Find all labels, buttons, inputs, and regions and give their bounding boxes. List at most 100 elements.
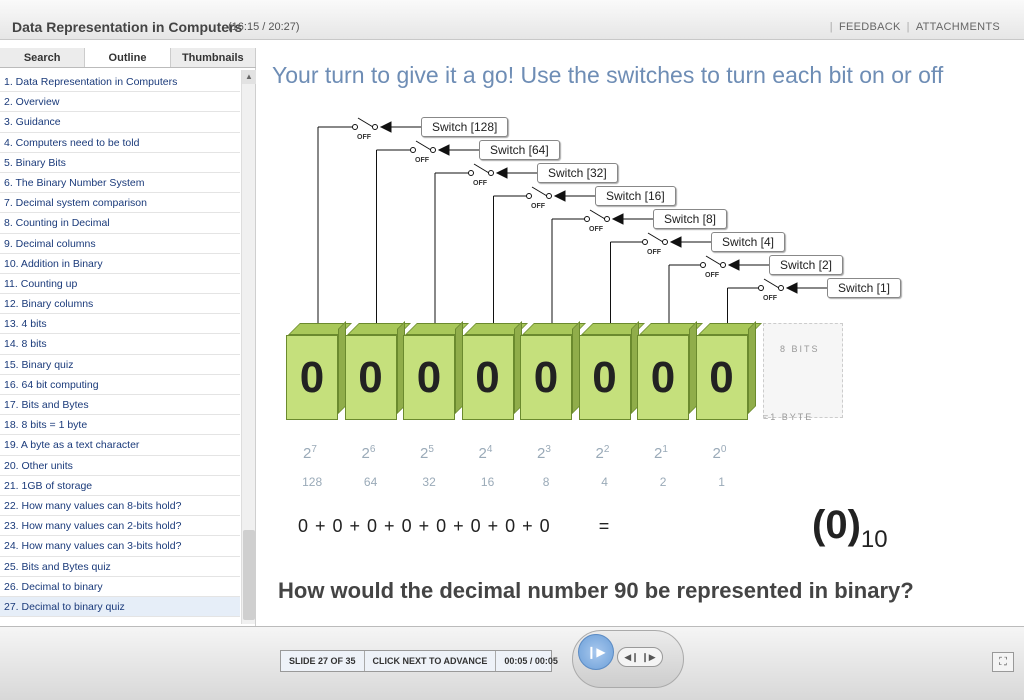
power-exponent: 2 <box>603 444 610 455</box>
place-value: 64 <box>363 475 378 489</box>
outline-item[interactable]: 3. Guidance <box>0 112 240 133</box>
outline-item[interactable]: 1. Data Representation in Computers <box>0 72 240 93</box>
power-exponent: 1 <box>662 444 668 455</box>
sum-equation: 0 + 0 + 0 + 0 + 0 + 0 + 0 + 0 = <box>298 516 610 537</box>
outline-item[interactable]: 13. 4 bits <box>0 314 240 335</box>
outline-item[interactable]: 19. A byte as a text character <box>0 435 240 456</box>
outline-item[interactable]: 21. 1GB of storage <box>0 476 240 496</box>
tab-outline[interactable]: Outline <box>85 48 171 67</box>
slide-content: Your turn to give it a go! Use the switc… <box>258 40 1024 626</box>
advance-hint: CLICK NEXT TO ADVANCE <box>365 651 497 671</box>
outline-item[interactable]: 16. 64 bit computing <box>0 375 240 395</box>
bit-cube: 0 <box>695 321 762 420</box>
question-text: How would the decimal number 90 be repre… <box>278 578 914 603</box>
outline-item[interactable]: 14. 8 bits <box>0 334 240 355</box>
bit-value: 0 <box>344 335 397 420</box>
outline-item[interactable]: 10. Addition in Binary <box>0 254 240 274</box>
bit-value: 0 <box>286 335 338 420</box>
bit-cube: 0 <box>461 321 528 420</box>
power-exponent: 5 <box>428 444 434 455</box>
power-of-two: 24 <box>479 444 493 462</box>
bit-cube: 0 <box>344 321 411 420</box>
switch-button[interactable]: Switch [128] <box>421 117 509 137</box>
outline-item[interactable]: 12. Binary columns <box>0 294 240 315</box>
outline-item[interactable]: 7. Decimal system comparison <box>0 193 240 214</box>
byte-note: =1 BYTE <box>763 412 814 422</box>
bit-cube: 0 <box>403 321 469 420</box>
switch-button[interactable]: Switch [2] <box>769 255 844 275</box>
outline-item[interactable]: 17. Bits and Bytes <box>0 395 240 416</box>
outline-scrollbar[interactable]: ▲ <box>241 70 256 624</box>
switch-button[interactable]: Switch [32] <box>537 163 618 183</box>
place-value: 32 <box>422 475 436 489</box>
course-time: (16:15 / 20:27) <box>228 21 300 33</box>
tab-thumbnails[interactable]: Thumbnails <box>171 48 256 67</box>
tab-search[interactable]: Search <box>0 48 86 67</box>
power-exponent: 7 <box>311 444 317 455</box>
place-value: 4 <box>601 475 608 489</box>
switch-button[interactable]: Switch [1] <box>827 278 902 298</box>
decimal-result: (0)10 <box>812 503 888 554</box>
outline-item[interactable]: 24. How many values can 3-bits hold? <box>0 536 240 557</box>
outline-item[interactable]: 22. How many values can 8-bits hold? <box>0 496 240 517</box>
switch-button[interactable]: Switch [8] <box>653 209 728 229</box>
power-base: 2 <box>361 445 370 462</box>
power-exponent: 6 <box>369 444 376 455</box>
outline-item[interactable]: 20. Other units <box>0 456 240 476</box>
play-pause-icon[interactable]: ❙▶ <box>578 634 614 670</box>
fullscreen-icon[interactable]: ⛶ <box>992 652 1014 672</box>
byte-ghost-box <box>763 323 843 418</box>
outline-item[interactable]: 11. Counting up <box>0 274 240 295</box>
attachments-link[interactable]: ATTACHMENTS <box>910 21 1006 33</box>
outline-item[interactable]: 8. Counting in Decimal <box>0 213 240 234</box>
feedback-link[interactable]: FEEDBACK <box>833 21 907 33</box>
outline-item[interactable]: 25. Bits and Bytes quiz <box>0 557 240 577</box>
sidebar: Search Outline Thumbnails 1. Data Repres… <box>0 48 256 626</box>
switch-state-label: OFF <box>647 249 661 256</box>
outline-item[interactable]: 27. Decimal to binary quiz <box>0 596 240 618</box>
place-value: 16 <box>480 475 495 489</box>
power-of-two: 22 <box>596 444 610 462</box>
slide-status: SLIDE 27 OF 35 CLICK NEXT TO ADVANCE 00:… <box>280 650 558 672</box>
switch-state-label: OFF <box>763 295 777 302</box>
sidebar-tabs: Search Outline Thumbnails <box>0 48 256 68</box>
place-value: 1 <box>718 475 725 489</box>
slide-counter: SLIDE 27 OF 35 <box>281 651 365 671</box>
outline-item[interactable]: 6. The Binary Number System <box>0 173 240 194</box>
scroll-up-icon[interactable]: ▲ <box>242 70 256 84</box>
switch-state-label: OFF <box>705 272 719 279</box>
switch-button[interactable]: Switch [16] <box>595 186 676 206</box>
outline-item[interactable]: 26. Decimal to binary <box>0 577 240 597</box>
bit-value: 0 <box>578 335 631 420</box>
switch-state-label: OFF <box>531 203 545 210</box>
outline-item[interactable]: 15. Binary quiz <box>0 355 240 375</box>
switch-state-label: OFF <box>589 226 603 233</box>
switch-state-label: OFF <box>473 180 487 187</box>
place-value: 8 <box>542 475 550 489</box>
scroll-thumb[interactable] <box>243 530 255 620</box>
bit-cube: 0 <box>286 321 352 420</box>
bit-value: 0 <box>520 335 572 420</box>
outline-item[interactable]: 18. 8 bits = 1 byte <box>0 415 240 436</box>
outline-item[interactable]: 2. Overview <box>0 92 240 113</box>
bit-value: 0 <box>637 335 689 420</box>
outline-item[interactable]: 23. How many values can 2-bits hold? <box>0 516 240 537</box>
power-of-two: 26 <box>362 444 376 462</box>
power-of-two: 27 <box>303 444 317 462</box>
place-value: 2 <box>659 475 667 489</box>
power-exponent: 4 <box>486 444 493 455</box>
bit-cube: 0 <box>520 321 586 420</box>
power-of-two: 25 <box>420 444 434 462</box>
power-of-two: 20 <box>713 444 727 462</box>
power-of-two: 23 <box>537 444 551 462</box>
outline-item[interactable]: 9. Decimal columns <box>0 234 240 254</box>
bit-value: 0 <box>461 335 514 420</box>
switch-button[interactable]: Switch [4] <box>711 232 786 252</box>
prev-next-icon[interactable]: ◀❙ ❙▶ <box>617 647 663 667</box>
bit-value: 0 <box>403 335 455 420</box>
power-base: 2 <box>712 445 721 462</box>
switch-button[interactable]: Switch [64] <box>479 140 560 160</box>
outline-item[interactable]: 5. Binary Bits <box>0 153 240 173</box>
switch-state-label: OFF <box>357 134 371 141</box>
outline-item[interactable]: 4. Computers need to be told <box>0 133 240 153</box>
